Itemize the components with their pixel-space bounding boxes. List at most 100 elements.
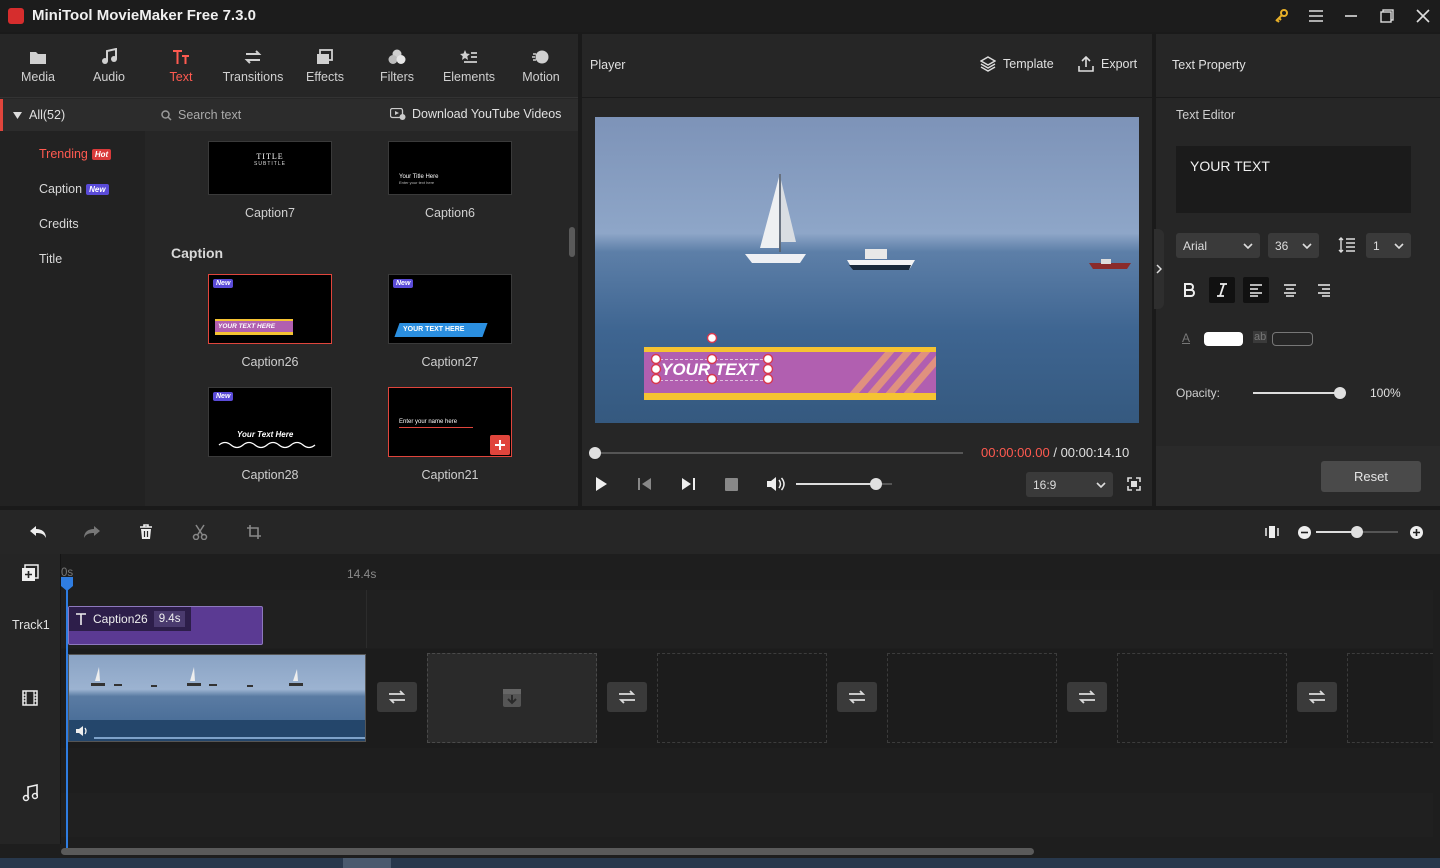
transition-button[interactable] xyxy=(1297,682,1337,712)
tab-text[interactable]: Text xyxy=(145,34,217,98)
video-clip[interactable] xyxy=(68,654,366,742)
transition-button[interactable] xyxy=(607,682,647,712)
timeline-scrollbar[interactable] xyxy=(61,848,1034,855)
add-to-timeline-button[interactable] xyxy=(490,435,510,455)
key-icon[interactable] xyxy=(1269,4,1293,28)
empty-slot[interactable] xyxy=(1117,653,1287,743)
add-track-button[interactable] xyxy=(21,564,39,582)
text-editor-input[interactable]: YOUR TEXT xyxy=(1176,146,1411,213)
background-color-swatch[interactable] xyxy=(1272,332,1313,346)
collapse-panel-button[interactable] xyxy=(1154,229,1164,309)
tab-transitions[interactable]: Transitions xyxy=(217,34,289,98)
playback-progress[interactable] xyxy=(595,452,963,454)
bold-button[interactable] xyxy=(1176,277,1202,303)
tab-filters[interactable]: Filters xyxy=(361,34,433,98)
progress-handle[interactable] xyxy=(589,447,601,459)
close-icon[interactable] xyxy=(1411,4,1435,28)
caption21-thumbnail[interactable]: Enter your name here xyxy=(388,387,512,457)
chevron-right-icon xyxy=(1156,264,1162,274)
minimize-icon[interactable] xyxy=(1339,4,1363,28)
undo-button[interactable] xyxy=(26,520,50,544)
previous-frame-button[interactable] xyxy=(637,476,653,492)
maximize-icon[interactable] xyxy=(1375,4,1399,28)
caption27-thumbnail[interactable]: New YOUR TEXT HERE xyxy=(388,274,512,344)
volume-handle[interactable] xyxy=(869,478,882,490)
align-right-button[interactable] xyxy=(1311,277,1337,303)
crop-button[interactable] xyxy=(242,520,266,544)
menu-icon[interactable] xyxy=(1304,4,1328,28)
italic-button[interactable] xyxy=(1209,277,1235,303)
fullscreen-button[interactable] xyxy=(1127,477,1141,491)
transition-button[interactable] xyxy=(1067,682,1107,712)
font-size-select[interactable]: 36 xyxy=(1268,233,1319,258)
category-caption[interactable]: Caption New xyxy=(0,172,145,206)
library-scrollbar[interactable] xyxy=(569,227,575,257)
drop-media-slot[interactable] xyxy=(427,653,597,743)
background-color-label: ab xyxy=(1253,331,1268,343)
font-family-select[interactable]: Arial xyxy=(1176,233,1260,258)
align-left-button[interactable] xyxy=(1243,277,1269,303)
category-title[interactable]: Title xyxy=(0,242,145,276)
tab-audio[interactable]: Audio xyxy=(73,34,145,98)
fit-timeline-button[interactable] xyxy=(1260,520,1284,544)
category-trending[interactable]: Trending Hot xyxy=(0,137,145,171)
tab-effects[interactable]: Effects xyxy=(289,34,361,98)
plus-icon xyxy=(495,440,505,450)
empty-slot[interactable] xyxy=(1347,653,1433,743)
caption6-thumbnail[interactable]: Your Title Here Enter your text here xyxy=(388,141,512,195)
tab-elements[interactable]: Elements xyxy=(433,34,505,98)
next-frame-button[interactable] xyxy=(680,476,696,492)
reset-button[interactable]: Reset xyxy=(1321,461,1421,492)
caption28-label: Caption28 xyxy=(241,468,299,482)
font-color-swatch[interactable] xyxy=(1204,332,1243,346)
fit-zoom-icon xyxy=(1265,526,1279,538)
add-track-icon xyxy=(22,564,39,581)
play-button[interactable] xyxy=(593,476,609,492)
playhead[interactable] xyxy=(66,582,68,854)
caption28-thumbnail[interactable]: New Your Text Here xyxy=(208,387,332,457)
clip-volume-icon[interactable] xyxy=(75,725,89,737)
opacity-handle[interactable] xyxy=(1334,387,1346,399)
caption7-thumbnail[interactable]: TITLE SUBTITLE xyxy=(208,141,332,195)
transform-handles[interactable] xyxy=(645,331,775,387)
zoom-out-icon xyxy=(1298,526,1311,539)
split-button[interactable] xyxy=(188,520,212,544)
empty-slot[interactable] xyxy=(887,653,1057,743)
time-ruler[interactable]: 0s 14.4s xyxy=(61,554,1433,590)
line-spacing-select[interactable]: 1 xyxy=(1366,233,1411,258)
aspect-ratio-select[interactable]: 16:9 xyxy=(1026,472,1113,497)
new-badge: New xyxy=(213,392,234,401)
empty-slot[interactable] xyxy=(657,653,827,743)
tab-media[interactable]: Media xyxy=(2,34,74,98)
template-button[interactable]: Template xyxy=(980,56,1054,72)
import-icon xyxy=(503,689,521,707)
italic-icon xyxy=(1217,283,1227,297)
delete-button[interactable] xyxy=(134,520,158,544)
video-preview[interactable]: YOUR TEXT xyxy=(595,117,1139,423)
zoom-handle[interactable] xyxy=(1351,526,1363,538)
transition-swap-icon xyxy=(1308,690,1326,704)
align-left-icon xyxy=(1250,284,1262,297)
playhead-handle[interactable] xyxy=(60,576,74,592)
redo-button[interactable] xyxy=(80,520,104,544)
caption26-thumbnail[interactable]: New YOUR TEXT HERE xyxy=(208,274,332,344)
text-clip[interactable]: Caption26 9.4s xyxy=(68,606,263,645)
chevron-down-icon xyxy=(1394,242,1404,249)
category-all[interactable]: All(52) xyxy=(0,99,145,131)
transition-button[interactable] xyxy=(837,682,877,712)
zoom-in-button[interactable] xyxy=(1410,526,1423,539)
tab-motion[interactable]: Motion xyxy=(505,34,577,98)
text-track-lane xyxy=(61,590,1433,648)
category-credits[interactable]: Credits xyxy=(0,207,145,241)
zoom-out-button[interactable] xyxy=(1298,526,1311,539)
download-youtube-button[interactable]: Download YouTube Videos xyxy=(390,107,561,121)
export-button[interactable]: Export xyxy=(1078,56,1137,72)
align-center-button[interactable] xyxy=(1277,277,1303,303)
opacity-value: 100% xyxy=(1370,386,1401,400)
volume-button[interactable] xyxy=(766,476,786,492)
stop-button[interactable] xyxy=(725,478,738,491)
total-time: 00:00:14.10 xyxy=(1060,445,1130,460)
transition-button[interactable] xyxy=(377,682,417,712)
chevron-down-icon xyxy=(1243,242,1253,249)
search-field[interactable]: Search text xyxy=(161,108,241,122)
